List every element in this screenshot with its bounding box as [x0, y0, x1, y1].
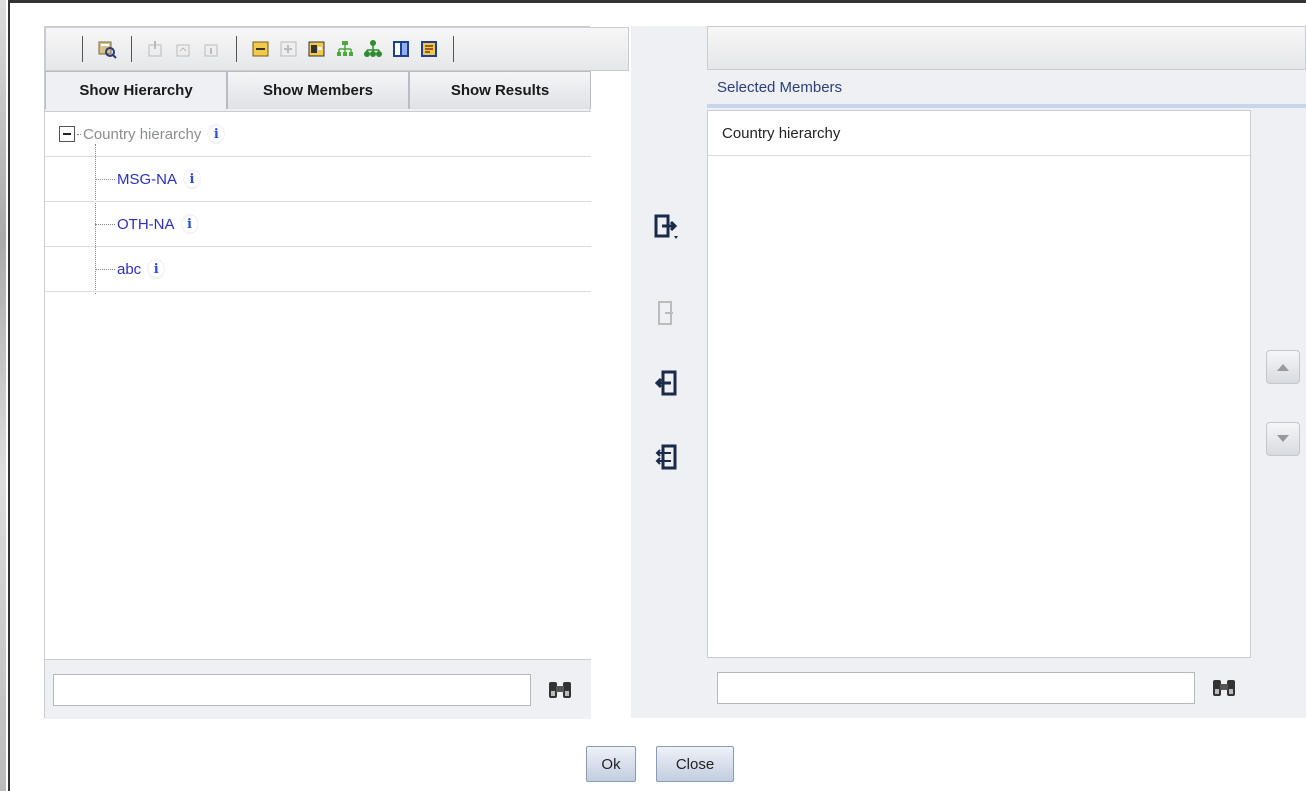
columns-icon[interactable] — [391, 39, 411, 59]
selected-members-list: Country hierarchy — [707, 110, 1251, 658]
tree-node-label[interactable]: MSG-NA — [117, 171, 177, 188]
tree-connector — [95, 268, 115, 270]
move-up-button[interactable] — [1266, 350, 1300, 384]
tree-icon[interactable] — [363, 39, 383, 59]
deselect-all-icon[interactable] — [651, 442, 681, 472]
toolbar-separator — [236, 36, 237, 62]
toolbar-separator — [131, 36, 132, 62]
selected-toolbar — [707, 26, 1306, 70]
hierarchy-tree: Country hierarchy i MSG-NA i OTH-NA i ab… — [45, 111, 591, 659]
selected-member-item[interactable]: Country hierarchy — [708, 111, 1250, 156]
tree-node-label[interactable]: OTH-NA — [117, 216, 175, 233]
arrow-up-icon — [1277, 364, 1289, 371]
info-icon[interactable]: i — [180, 214, 199, 234]
select-all-icon[interactable] — [651, 298, 681, 328]
toolbar-separator — [82, 36, 83, 62]
selected-members-header: Selected Members — [707, 70, 1306, 108]
view-tabs: Show Hierarchy Show Members Show Results — [45, 71, 591, 109]
tree-node-msg-na[interactable]: MSG-NA i — [45, 157, 591, 202]
toolbar-separator — [453, 36, 454, 62]
arrow-down-icon — [1277, 435, 1289, 442]
selected-members-panel: Selected Members Country hierarchy — [707, 70, 1306, 718]
selected-search-input[interactable] — [717, 672, 1195, 704]
move-down-button[interactable] — [1266, 422, 1300, 456]
report-icon[interactable] — [419, 39, 439, 59]
tab-show-hierarchy[interactable]: Show Hierarchy — [45, 71, 227, 109]
window-frame-top — [10, 0, 1306, 8]
tree-node-label[interactable]: abc — [117, 261, 141, 278]
window-frame-left — [0, 0, 10, 791]
selected-search-bar — [707, 658, 1251, 718]
move-last-icon[interactable] — [202, 39, 222, 59]
tree-node-abc[interactable]: abc i — [45, 247, 591, 292]
expand-all-icon[interactable] — [307, 39, 327, 59]
tab-show-results[interactable]: Show Results — [409, 71, 591, 109]
collapse-node-icon[interactable] — [59, 126, 75, 142]
close-button[interactable]: Close — [656, 746, 734, 782]
tree-node-label[interactable]: Country hierarchy — [83, 126, 201, 143]
tree-connector — [77, 133, 81, 135]
tree-node-root[interactable]: Country hierarchy i — [45, 112, 591, 157]
hierarchy-search-bar — [45, 659, 591, 719]
tree-connector — [95, 178, 115, 180]
ok-button[interactable]: Ok — [586, 746, 636, 782]
hierarchy-icon[interactable] — [335, 39, 355, 59]
info-icon[interactable]: i — [147, 259, 166, 279]
preview-icon[interactable] — [97, 39, 117, 59]
hierarchy-panel: Show Hierarchy Show Members Show Results… — [44, 26, 629, 719]
info-icon[interactable]: i — [207, 124, 226, 144]
deselect-icon[interactable] — [651, 368, 681, 398]
select-icon[interactable] — [651, 212, 681, 242]
tree-node-oth-na[interactable]: OTH-NA i — [45, 202, 591, 247]
binoculars-icon[interactable] — [1211, 676, 1237, 700]
hierarchy-search-input[interactable] — [53, 674, 531, 706]
transfer-controls — [631, 26, 707, 718]
tree-connector — [95, 223, 115, 225]
expand-icon[interactable] — [279, 39, 299, 59]
info-icon[interactable]: i — [183, 169, 201, 189]
hierarchy-toolbar — [45, 27, 629, 71]
move-up-icon[interactable] — [174, 39, 194, 59]
tab-show-members[interactable]: Show Members — [227, 71, 409, 109]
binoculars-icon[interactable] — [547, 678, 573, 702]
collapse-icon[interactable] — [251, 39, 271, 59]
move-first-icon[interactable] — [146, 39, 166, 59]
